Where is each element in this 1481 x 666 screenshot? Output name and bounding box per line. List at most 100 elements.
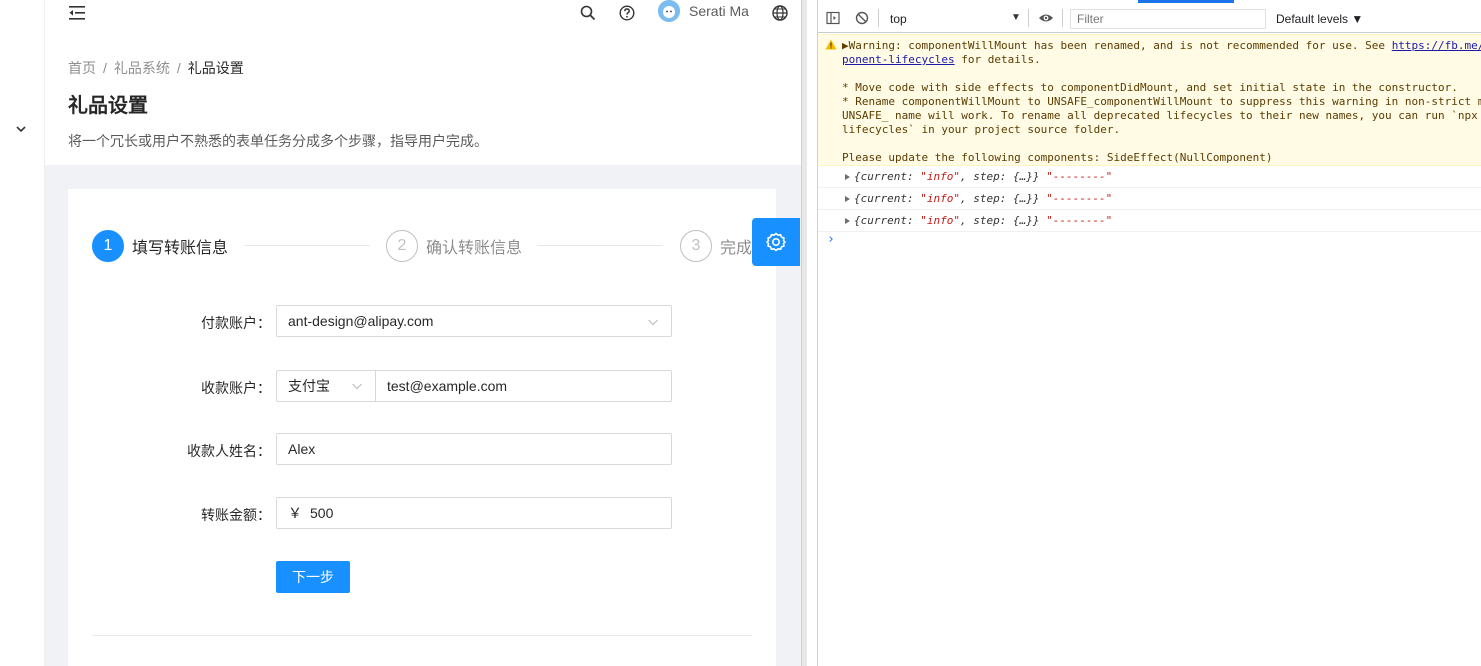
devtools-console: top ▼ Filter Default levels ▼ ▶Warning: … (818, 0, 1481, 666)
warning-text: ▶Warning: componentWillMount has been re… (842, 39, 1392, 52)
avatar[interactable] (658, 0, 680, 22)
breadcrumb-current: 礼品设置 (187, 60, 244, 76)
console-log-row[interactable]: {current: "info", step: {…}} "--------" (818, 210, 1481, 232)
eye-icon[interactable] (1038, 11, 1054, 25)
log-text: {current: "info", step: {…}} "--------" (854, 166, 1112, 188)
gear-icon (766, 232, 786, 252)
toolbar-separator (1028, 9, 1029, 27)
warning-link-continued[interactable]: ponent-lifecycles (842, 53, 955, 66)
pay-account-label: 付款账户： (201, 315, 271, 331)
step-number: 1 (92, 230, 124, 262)
recv-type-select[interactable]: 支付宝 (277, 371, 376, 401)
step-label: 填写转账信息 (132, 240, 229, 257)
warning-line: * Move code with side effects to compone… (842, 81, 1458, 94)
form-divider (92, 635, 752, 636)
recv-account-input[interactable]: test@example.com (376, 378, 518, 394)
warning-text: for details. (954, 53, 1041, 66)
page-header: 首页 / 礼品系统 / 礼品设置 礼品设置 将一个冗长或用户不熟悉的表单任务分成多个步骤… (45, 44, 801, 165)
context-select[interactable]: top (890, 12, 907, 26)
warning-line: * Rename componentWillMount to UNSAFE_co… (842, 95, 1481, 108)
log-dashes: "--------" (1046, 214, 1113, 227)
breadcrumb-separator: / (176, 60, 181, 76)
page-title: 礼品设置 (68, 95, 148, 117)
username[interactable]: Serati Ma (689, 3, 749, 19)
global-header: Serati Ma (45, 0, 801, 44)
menu-fold-icon[interactable] (67, 4, 87, 22)
breadcrumb-home[interactable]: 首页 (68, 60, 96, 76)
console-prompt[interactable]: › (827, 232, 835, 247)
step-label: 确认转账信息 (426, 240, 523, 257)
warning-line: ▶Warning: componentWillMount has been re… (842, 39, 1481, 53)
log-string-value: "info" (920, 214, 960, 227)
breadcrumb: 首页 / 礼品系统 / 礼品设置 (68, 58, 244, 78)
warning-line: Please update the following components: … (842, 151, 1273, 164)
page-description: 将一个冗长或用户不熟悉的表单任务分成多个步骤，指导用户完成。 (68, 133, 488, 149)
expand-triangle-icon[interactable] (845, 218, 850, 224)
context-caret-icon[interactable]: ▼ (1011, 12, 1021, 23)
step-connector (244, 245, 370, 246)
console-toolbar: top ▼ Filter Default levels ▼ (818, 3, 1481, 33)
recv-account-group: 支付宝 test@example.com (276, 370, 672, 402)
console-log-row[interactable]: {current: "info", step: {…}} "--------" (818, 166, 1481, 188)
clear-console-icon[interactable] (855, 11, 869, 25)
amount-label: 转账金额： (201, 507, 271, 523)
step-form-card: 1 填写转账信息 2 确认转账信息 3 完成 付款账户： ant-design@… (68, 189, 776, 666)
step-1[interactable]: 1 填写转账信息 (92, 230, 228, 262)
search-icon[interactable] (579, 4, 597, 22)
toolbar-separator (878, 9, 879, 27)
breadcrumb-gift-system[interactable]: 礼品系统 (114, 60, 170, 76)
step-number: 3 (680, 230, 712, 262)
recv-type-value: 支付宝 (288, 378, 330, 394)
console-log-row[interactable]: {current: "info", step: {…}} "--------" (818, 188, 1481, 210)
devtools-splitter[interactable] (801, 0, 818, 666)
amount-input[interactable]: ￥ 500 (276, 497, 672, 529)
warning-link[interactable]: https://fb.me/ (1392, 39, 1481, 52)
console-filter-input[interactable]: Filter (1070, 9, 1266, 29)
globe-icon[interactable] (771, 4, 789, 22)
log-string-value: "info" (920, 192, 960, 205)
log-levels-select[interactable]: Default levels ▼ (1276, 12, 1363, 26)
pay-account-select[interactable]: ant-design@alipay.com (276, 305, 672, 337)
console-warning: ▶Warning: componentWillMount has been re… (818, 34, 1481, 166)
sidebar-collapsed (0, 0, 45, 666)
recv-name-input[interactable]: Alex (276, 433, 672, 465)
next-step-button[interactable]: 下一步 (276, 561, 350, 593)
log-object-prefix: {current: (854, 192, 921, 205)
log-object-prefix: {current: (854, 214, 921, 227)
log-object-prefix: {current: (854, 170, 921, 183)
step-connector (537, 245, 663, 246)
log-object-suffix: , step: {…}} (959, 214, 1047, 227)
log-dashes: "--------" (1046, 192, 1113, 205)
step-label: 完成 (720, 240, 753, 257)
chevron-down-icon[interactable] (14, 122, 28, 136)
recv-account-label: 收款账户： (201, 380, 271, 396)
avatar-face-icon (658, 0, 680, 22)
warning-line: UNSAFE_ name will work. To rename all de… (842, 109, 1478, 122)
log-text: {current: "info", step: {…}} "--------" (854, 188, 1112, 210)
recv-name-value: Alex (288, 441, 316, 457)
step-3[interactable]: 3 完成 (680, 230, 752, 262)
log-text: {current: "info", step: {…}} "--------" (854, 210, 1112, 232)
pay-account-value: ant-design@alipay.com (288, 313, 434, 329)
log-string-value: "info" (920, 170, 960, 183)
breadcrumb-separator: / (103, 60, 107, 76)
warning-icon (825, 39, 837, 50)
help-icon[interactable] (618, 4, 636, 22)
step-number: 2 (386, 230, 418, 262)
settings-drawer-button[interactable] (752, 218, 800, 266)
recv-name-label: 收款人姓名： (187, 443, 271, 459)
app-content: Serati Ma 首页 / 礼品系统 / 礼品设置 礼品设置 将一个冗长或用户不熟悉的… (45, 0, 801, 666)
toolbar-separator (1062, 9, 1063, 27)
warning-line: lifecycles` in your project source folde… (842, 123, 1121, 136)
step-2[interactable]: 2 确认转账信息 (386, 230, 522, 262)
expand-triangle-icon[interactable] (845, 174, 850, 180)
log-dashes: "--------" (1046, 170, 1113, 183)
currency-prefix: ￥ (288, 505, 302, 521)
expand-triangle-icon[interactable] (845, 196, 850, 202)
chevron-down-icon (648, 319, 658, 326)
amount-value: 500 (310, 505, 334, 521)
warning-line: ponent-lifecycles for details. (842, 53, 1041, 67)
sidebar-toggle-icon[interactable] (826, 11, 840, 25)
log-object-suffix: , step: {…}} (959, 192, 1047, 205)
log-object-suffix: , step: {…}} (959, 170, 1047, 183)
